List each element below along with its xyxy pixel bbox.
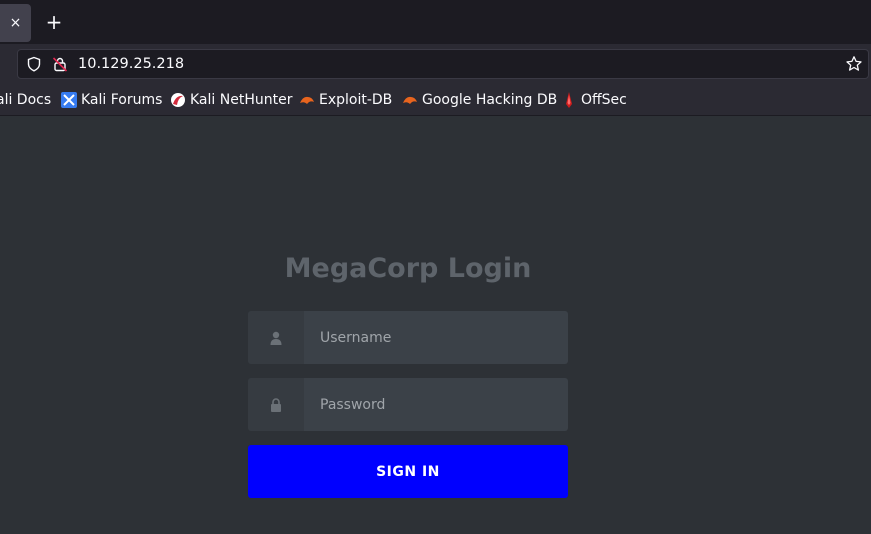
insecure-lock-icon[interactable] bbox=[52, 56, 68, 72]
bookmark-google-hacking-db[interactable]: Google Hacking DB bbox=[402, 92, 557, 108]
kali-forums-icon bbox=[61, 92, 77, 108]
password-icon-box bbox=[248, 378, 304, 431]
bookmark-exploit-db[interactable]: Exploit-DB bbox=[299, 92, 392, 108]
plus-icon: + bbox=[45, 10, 63, 34]
page-title: MegaCorp Login bbox=[284, 253, 532, 284]
bookmark-kali-nethunter[interactable]: Kali NetHunter bbox=[170, 92, 292, 108]
bookmark-label: Exploit-DB bbox=[319, 92, 393, 108]
close-icon: × bbox=[9, 15, 22, 31]
bookmark-label: Kali NetHunter bbox=[190, 92, 293, 108]
bookmark-kali-forums[interactable]: Kali Forums bbox=[61, 92, 162, 108]
nethunter-icon bbox=[171, 93, 185, 107]
bookmark-label: Kali Forums bbox=[81, 92, 163, 108]
navigation-bar: 10.129.25.218 bbox=[0, 44, 871, 84]
password-input[interactable] bbox=[304, 378, 568, 431]
bookmark-label: Google Hacking DB bbox=[422, 92, 558, 108]
url-bar[interactable]: 10.129.25.218 bbox=[17, 49, 869, 79]
bookmark-offsec[interactable]: OffSec bbox=[561, 92, 627, 108]
sign-in-button[interactable]: SIGN IN bbox=[248, 445, 568, 498]
lock-icon bbox=[271, 397, 281, 412]
bookmark-label: ali Docs bbox=[0, 92, 52, 108]
user-icon bbox=[270, 331, 282, 345]
shield-icon[interactable] bbox=[26, 56, 42, 72]
page-content: MegaCorp Login SIGN IN bbox=[0, 116, 871, 534]
password-field bbox=[248, 378, 568, 431]
url-text[interactable]: 10.129.25.218 bbox=[78, 56, 184, 72]
username-input[interactable] bbox=[304, 311, 568, 364]
tab-close-button[interactable]: × bbox=[0, 4, 31, 42]
username-field bbox=[248, 311, 568, 364]
exploit-db-icon bbox=[300, 96, 314, 104]
bookmark-kali-docs[interactable]: ali Docs bbox=[0, 92, 51, 108]
username-icon-box bbox=[248, 311, 304, 364]
new-tab-button[interactable]: + bbox=[44, 12, 64, 32]
bookmark-star-icon[interactable] bbox=[845, 55, 863, 73]
bookmarks-toolbar: ali Docs Kali Forums Kali NetHunter Expl… bbox=[0, 84, 871, 116]
ghdb-icon bbox=[403, 96, 417, 104]
tab-strip: × + bbox=[0, 0, 871, 44]
bookmark-label: OffSec bbox=[581, 92, 627, 108]
offsec-icon bbox=[566, 92, 572, 108]
